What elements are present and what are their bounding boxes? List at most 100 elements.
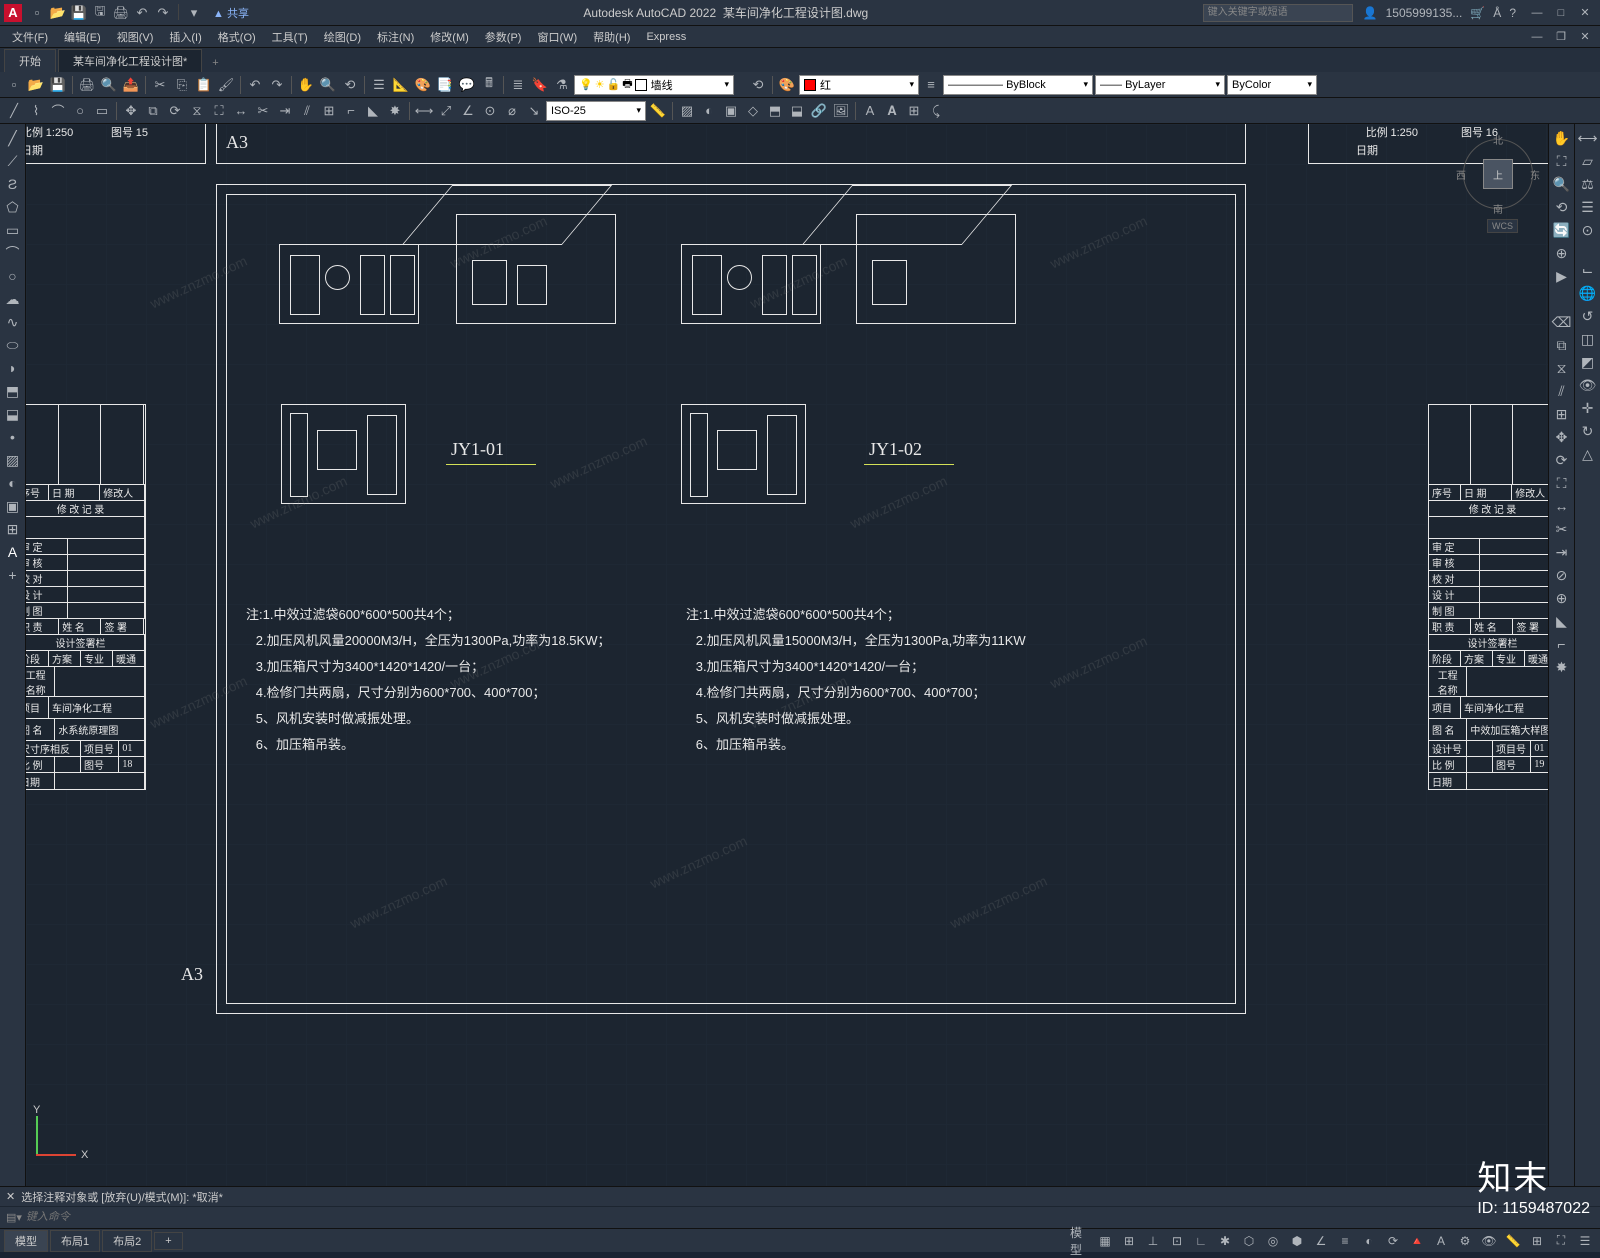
tb-paste-icon[interactable]: 📋 [194,75,214,95]
qat-new-icon[interactable]: ▫ [28,4,46,22]
status-ortho-icon[interactable]: ∟ [1190,1231,1212,1251]
area-icon[interactable]: ▱ [1578,151,1598,171]
layer-filter-icon[interactable]: ⚗ [552,75,572,95]
gradient-icon[interactable]: ◐ [699,101,719,121]
layout-tab-model[interactable]: 模型 [4,1230,48,1252]
layer-dropdown[interactable]: 💡☀🔓🖶 墙线▾ [574,75,734,95]
nav-pan-icon[interactable]: ✋ [1552,128,1572,148]
qat-plot-icon[interactable]: 🖨 [112,4,130,22]
tb-properties-icon[interactable]: ☰ [369,75,389,95]
erase-icon[interactable]: ⌫ [1552,312,1572,332]
account-icon[interactable]: 👤 [1363,6,1378,20]
image-icon[interactable]: 🖼 [831,101,851,121]
tb-designcenter-icon[interactable]: 📐 [391,75,411,95]
xref-icon[interactable]: 🔗 [809,101,829,121]
qat-more-icon[interactable]: ▾ [185,4,203,22]
qat-undo-icon[interactable]: ↶ [133,4,151,22]
nav-showmotion-icon[interactable]: ▶ [1552,266,1572,286]
cart-icon[interactable]: 🛒 [1470,6,1485,20]
doc-restore-button[interactable]: ❐ [1550,28,1572,46]
tb-plot-icon[interactable]: 🖨 [77,75,97,95]
dimstyle-manager-icon[interactable]: 📏 [648,101,668,121]
join2-icon[interactable]: ⊕ [1552,588,1572,608]
ucs-3p-icon[interactable]: △ [1578,444,1598,464]
minimize-button[interactable]: — [1526,4,1548,22]
chamfer-icon[interactable]: ◣ [363,101,383,121]
draw-revcloud-icon[interactable]: ☁ [3,289,23,309]
status-transp-icon[interactable]: ◐ [1358,1231,1380,1251]
doc-close-button[interactable]: ✕ [1574,28,1596,46]
block-insert-icon[interactable]: ⬒ [765,101,785,121]
draw-xline-icon[interactable]: ⟋ [3,151,23,171]
draw-rect-icon[interactable]: ▭ [3,220,23,240]
copy2-icon[interactable]: ⧉ [1552,335,1572,355]
explode2-icon[interactable]: ✸ [1552,657,1572,677]
draw-point-icon[interactable]: • [3,427,23,447]
ucs-world-icon[interactable]: 🌐 [1578,283,1598,303]
apps-icon[interactable]: Å [1493,6,1501,20]
tb-zoomprev-icon[interactable]: ⟲ [340,75,360,95]
hatch-icon[interactable]: ▨ [677,101,697,121]
help-icon[interactable]: ? [1509,6,1516,20]
array-icon[interactable]: ⊞ [319,101,339,121]
username[interactable]: 1505999135... [1386,6,1463,20]
boundary-icon[interactable]: ◇ [743,101,763,121]
extend2-icon[interactable]: ⇥ [1552,542,1572,562]
line-icon[interactable]: ╱ [4,101,24,121]
draw-insert-icon[interactable]: ⬒ [3,381,23,401]
list-icon[interactable]: ☰ [1578,197,1598,217]
tb-zoom-icon[interactable]: 🔍 [318,75,338,95]
draw-region-icon[interactable]: ▣ [3,496,23,516]
circle-icon[interactable]: ○ [70,101,90,121]
rotate2-icon[interactable]: ⟳ [1552,450,1572,470]
nav-zoom-window-icon[interactable]: 🔍 [1552,174,1572,194]
draw-line-icon[interactable]: ╱ [3,128,23,148]
dim-diameter-icon[interactable]: ⌀ [502,101,522,121]
tb-cut-icon[interactable]: ✂ [150,75,170,95]
status-quick-icon[interactable]: ⊞ [1526,1231,1548,1251]
layout-tab-layout1[interactable]: 布局1 [50,1230,100,1252]
ucs-obj-icon[interactable]: ◫ [1578,329,1598,349]
ucs-origin-icon[interactable]: ✛ [1578,398,1598,418]
id-icon[interactable]: ⊙ [1578,220,1598,240]
lineweight-dropdown[interactable]: ————— ByBlock▾ [943,75,1093,95]
ucs-icon-tb[interactable]: ⌙ [1578,260,1598,280]
status-polar-icon[interactable]: ✱ [1214,1231,1236,1251]
qat-saveas-icon[interactable]: 🖫 [91,4,109,22]
draw-spline-icon[interactable]: ∿ [3,312,23,332]
dim-radius-icon[interactable]: ⊙ [480,101,500,121]
menu-file[interactable]: 文件(F) [4,26,56,47]
mleader-icon[interactable]: ⤹ [926,101,946,121]
status-otrack-icon[interactable]: ∠ [1310,1231,1332,1251]
fillet2-icon[interactable]: ⌐ [1552,634,1572,654]
draw-addselected-icon[interactable]: + [3,565,23,585]
draw-hatch-icon[interactable]: ▨ [3,450,23,470]
menu-parametric[interactable]: 参数(P) [477,26,530,47]
drawing-canvas[interactable]: A3 比例 1:250 图号 15 日期 比例 1:250 图号 16 日期 A… [26,124,1548,1186]
tb-open-icon[interactable]: 📂 [26,75,46,95]
status-ws-icon[interactable]: ⚙ [1454,1231,1476,1251]
draw-mtext-icon[interactable]: A [3,542,23,562]
draw-polygon-icon[interactable]: ⬠ [3,197,23,217]
fillet-icon[interactable]: ⌐ [341,101,361,121]
draw-circle-icon[interactable]: ○ [3,266,23,286]
break2-icon[interactable]: ⊘ [1552,565,1572,585]
scale-icon[interactable]: ⛶ [209,101,229,121]
mirror-icon[interactable]: ⧖ [187,101,207,121]
mirror2-icon[interactable]: ⧖ [1552,358,1572,378]
status-cycle-icon[interactable]: ⟳ [1382,1231,1404,1251]
tb-toolpalette-icon[interactable]: 🎨 [413,75,433,95]
status-units-icon[interactable]: 📏 [1502,1231,1524,1251]
tb-sheetset-icon[interactable]: 📑 [435,75,455,95]
qat-open-icon[interactable]: 📂 [49,4,67,22]
draw-pline-icon[interactable]: Ƨ [3,174,23,194]
menu-view[interactable]: 视图(V) [109,26,162,47]
tb-qcalc-icon[interactable]: 🖩 [479,75,499,95]
chamfer2-icon[interactable]: ◣ [1552,611,1572,631]
status-iso-icon[interactable]: ⬡ [1238,1231,1260,1251]
draw-gradient-icon[interactable]: ◐ [3,473,23,493]
massprops-icon[interactable]: ⚖ [1578,174,1598,194]
explode-icon[interactable]: ✸ [385,101,405,121]
move2-icon[interactable]: ✥ [1552,427,1572,447]
table-icon[interactable]: ⊞ [904,101,924,121]
